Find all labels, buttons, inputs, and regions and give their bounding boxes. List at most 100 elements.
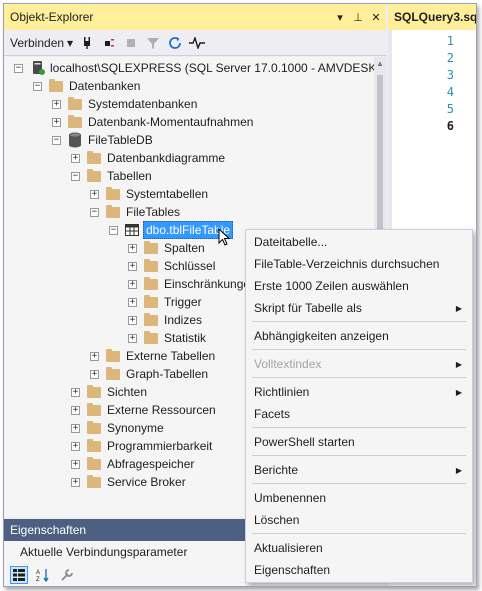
programmability-label: Programmierbarkeit [107,439,213,453]
tab-sqlquery3[interactable]: SQLQuery3.sql [388,4,476,30]
menu-item-filetable[interactable]: Dateitabelle... [246,231,472,253]
connect-plug-icon[interactable] [79,35,95,51]
expand-toggle[interactable]: + [71,441,80,451]
activity-monitor-icon[interactable] [189,35,206,51]
expand-toggle[interactable]: + [71,459,80,469]
object-explorer-titlebar: Objekt-Explorer ▾ ⊥ ✕ [4,4,386,30]
categorized-icon[interactable] [10,566,28,584]
menu-item-label: Erste 1000 Zeilen auswählen [254,279,409,293]
tree-node-keys[interactable]: + Schlüssel [128,257,215,275]
alphabetical-sort-icon[interactable]: AZ [34,566,52,584]
expand-toggle[interactable]: + [71,405,80,415]
tree-node-selected-table[interactable]: − dbo.tblFileTable [109,221,234,239]
disconnect-icon[interactable] [101,35,117,51]
expand-toggle[interactable]: + [128,333,137,343]
expand-toggle[interactable]: + [71,477,80,487]
tree-node-databases[interactable]: − Datenbanken [33,77,140,95]
tree-node-tables[interactable]: − Tabellen [71,167,152,185]
properties-selected-object[interactable]: Aktuelle Verbindungsparameter [20,545,187,559]
properties-title: Eigenschaften [10,523,87,537]
tree-node-programmability[interactable]: + Programmierbarkeit [71,437,212,455]
line-number-current: 6 [446,119,454,133]
tree-node-synonyms[interactable]: + Synonyme [71,419,164,437]
menu-item-reports[interactable]: Berichte ▶ [246,459,472,481]
refresh-icon[interactable] [167,35,183,51]
tree-node-external-tables[interactable]: + Externe Tabellen [90,347,215,365]
expand-toggle[interactable]: + [128,315,137,325]
server-icon [33,61,45,75]
tree-node-system-tables[interactable]: + Systemtabellen [90,185,208,203]
tree-node-external-resources[interactable]: + Externe Ressourcen [71,401,216,419]
collapse-toggle[interactable]: − [33,81,42,91]
folder-icon [49,78,63,92]
tree-node-filetables[interactable]: − FileTables [90,203,180,221]
menu-separator [252,377,466,378]
mouse-pointer-icon [218,228,230,246]
filter-icon[interactable] [145,35,161,51]
menu-item-facets[interactable]: Facets [246,403,472,425]
menu-item-rename[interactable]: Umbenennen [246,487,472,509]
synonyms-label: Synonyme [107,421,164,435]
line-number: 3 [446,68,454,82]
menu-item-policies[interactable]: Richtlinien ▶ [246,381,472,403]
menu-item-properties[interactable]: Eigenschaften [246,559,472,581]
close-icon[interactable]: ✕ [368,11,384,24]
connect-button[interactable]: Verbinden ▾ [10,36,73,50]
expand-toggle[interactable]: + [90,351,99,361]
expand-toggle[interactable]: + [71,387,80,397]
tree-node-graph-tables[interactable]: + Graph-Tabellen [90,365,208,383]
expand-toggle[interactable]: + [128,297,137,307]
menu-item-delete[interactable]: Löschen [246,509,472,531]
expand-toggle[interactable]: + [71,423,80,433]
expand-toggle[interactable]: + [71,153,80,163]
tree-node-snapshots[interactable]: + Datenbank-Momentaufnahmen [52,113,253,131]
expand-toggle[interactable]: + [90,189,99,199]
tree-node-server[interactable]: − localhost\SQLEXPRESS (SQL Server 17.0.… [14,59,374,77]
folder-icon [144,294,158,308]
submenu-arrow-icon: ▶ [455,387,462,397]
menu-item-browse-filetable-directory[interactable]: FileTable-Verzeichnis durchsuchen [246,253,472,275]
tree-node-triggers[interactable]: + Trigger [128,293,202,311]
scroll-up-icon[interactable]: ▲ [376,59,384,68]
tree-node-system-databases[interactable]: + Systemdatenbanken [52,95,197,113]
menu-item-start-powershell[interactable]: PowerShell starten [246,431,472,453]
tables-label: Tabellen [107,169,152,183]
tree-node-views[interactable]: + Sichten [71,383,147,401]
pin-icon[interactable]: ⊥ [350,11,366,24]
menu-item-fulltext-index: Volltextindex ▶ [246,353,472,375]
collapse-toggle[interactable]: − [52,135,61,145]
collapse-toggle[interactable]: − [109,225,118,235]
tree-node-constraints[interactable]: + Einschränkungen [128,275,257,293]
collapse-toggle[interactable]: − [71,171,80,181]
menu-item-view-dependencies[interactable]: Abhängigkeiten anzeigen [246,325,472,347]
line-number: 1 [446,34,454,48]
menu-item-script-table-as[interactable]: Skript für Tabelle als ▶ [246,297,472,319]
tree-node-diagrams[interactable]: + Datenbankdiagramme [71,149,225,167]
tree-node-columns[interactable]: + Spalten [128,239,205,257]
folder-icon [87,474,101,488]
wrench-icon[interactable] [58,566,76,584]
tree-node-indexes[interactable]: + Indizes [128,311,202,329]
service-broker-label: Service Broker [107,475,186,489]
menu-item-select-top-1000[interactable]: Erste 1000 Zeilen auswählen [246,275,472,297]
triggers-label: Trigger [164,295,202,309]
expand-toggle[interactable]: + [52,99,61,109]
menu-item-label: Berichte [254,463,299,477]
collapse-toggle[interactable]: − [90,207,99,217]
expand-toggle[interactable]: + [128,261,137,271]
tree-node-service-broker[interactable]: + Service Broker [71,473,186,491]
system-databases-label: Systemdatenbanken [88,97,198,111]
connect-label: Verbinden [10,35,65,50]
tree-node-filetabledb[interactable]: − FileTableDB [52,131,153,149]
context-menu: Dateitabelle... FileTable-Verzeichnis du… [245,229,473,583]
window-position-dropdown[interactable]: ▾ [332,11,348,24]
menu-item-refresh[interactable]: Aktualisieren [246,537,472,559]
expand-toggle[interactable]: + [128,279,137,289]
expand-toggle[interactable]: + [90,369,99,379]
expand-toggle[interactable]: + [52,117,61,127]
collapse-toggle[interactable]: − [14,63,23,73]
stop-icon[interactable] [123,35,139,51]
tree-node-query-store[interactable]: + Abfragespeicher [71,455,194,473]
expand-toggle[interactable]: + [128,243,137,253]
tree-node-statistics[interactable]: + Statistik [128,329,206,347]
